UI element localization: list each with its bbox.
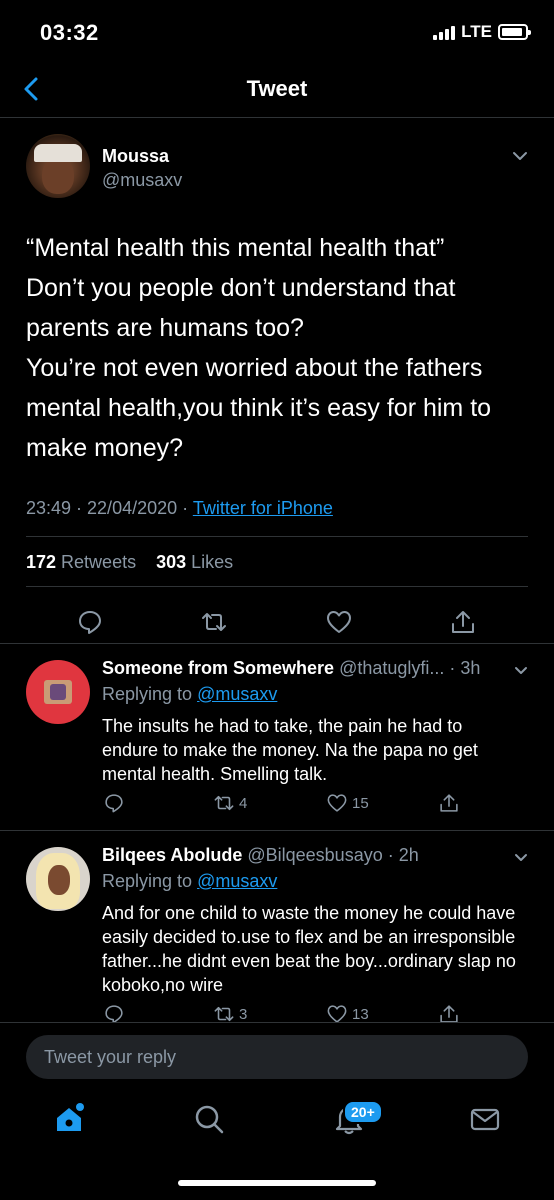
retweet-count[interactable]: 172 Retweets [26, 552, 136, 572]
mention-link[interactable]: @musaxv [197, 684, 277, 704]
divider [26, 536, 528, 537]
home-icon[interactable] [52, 1102, 86, 1136]
like-count: 13 [352, 1005, 369, 1023]
author-name[interactable]: Moussa [102, 146, 169, 167]
notifications-badge: 20+ [343, 1100, 383, 1124]
share-icon[interactable] [449, 608, 477, 636]
battery-icon [498, 24, 531, 40]
messages-icon[interactable] [468, 1102, 502, 1136]
tweet-meta: 23:49 · 22/04/2020 · Twitter for iPhone [26, 498, 333, 519]
chevron-down-icon[interactable] [514, 851, 528, 865]
reply-icon[interactable] [76, 608, 104, 636]
like-button[interactable]: 15 [326, 792, 369, 814]
divider [0, 830, 554, 831]
status-bar: 03:32 LTE [0, 0, 554, 64]
status-indicators: LTE [433, 22, 531, 42]
signal-icon [433, 24, 456, 40]
chevron-down-icon[interactable] [514, 664, 528, 678]
reply-header: Someone from Somewhere @thatuglyfi... · … [102, 658, 480, 679]
author-handle[interactable]: @Bilqeesbusayo · 2h [242, 845, 418, 865]
reply-text: And for one child to waste the money he … [102, 903, 516, 995]
retweet-button[interactable]: 4 [213, 792, 247, 814]
reply-input[interactable]: Tweet your reply [26, 1035, 528, 1079]
reply-header: Bilqees Abolude @Bilqeesbusayo · 2h [102, 845, 419, 866]
nav-bar: Tweet [0, 64, 554, 118]
tweet-timestamp: 23:49 · 22/04/2020 · [26, 498, 193, 518]
author-name[interactable]: Bilqees Abolude [102, 845, 242, 865]
replying-to: Replying to @musaxv [102, 684, 278, 704]
divider [0, 643, 554, 644]
tweet-actions [0, 600, 554, 644]
like-count[interactable]: 303 Likes [156, 552, 233, 572]
divider [26, 586, 528, 587]
author-handle[interactable]: @thatuglyfi... · 3h [334, 658, 480, 678]
reply-actions: 4 15 [0, 792, 554, 822]
author-name[interactable]: Someone from Somewhere [102, 658, 334, 678]
retweet-count: 3 [239, 1005, 248, 1023]
retweet-count: 4 [239, 794, 248, 812]
share-icon [440, 794, 458, 812]
page-title: Tweet [246, 76, 308, 101]
like-count: 15 [352, 794, 369, 812]
network-type: LTE [461, 22, 492, 41]
reply-button[interactable] [103, 792, 125, 814]
avatar[interactable] [26, 847, 90, 911]
retweet-icon [214, 795, 234, 811]
chevron-down-icon[interactable] [512, 148, 528, 164]
avatar[interactable] [26, 660, 90, 724]
reply-input-placeholder: Tweet your reply [44, 1047, 177, 1067]
tweet-text: “Mental health this mental health that” … [26, 234, 492, 462]
like-icon[interactable] [325, 608, 353, 636]
tweet-stats: 172 Retweets 303 Likes [26, 552, 233, 573]
reply-icon [105, 794, 123, 813]
retweet-icon[interactable] [200, 608, 228, 636]
like-icon [327, 794, 347, 812]
compose-bar: Tweet your reply [0, 1022, 554, 1092]
share-button[interactable] [438, 792, 460, 814]
home-indicator [178, 1180, 376, 1186]
status-time: 03:32 [40, 20, 99, 45]
mention-link[interactable]: @musaxv [197, 871, 277, 891]
avatar[interactable] [26, 134, 90, 198]
replying-to: Replying to @musaxv [102, 871, 278, 891]
author-handle[interactable]: @musaxv [102, 170, 182, 191]
search-icon[interactable] [192, 1102, 226, 1136]
tweet-source-link[interactable]: Twitter for iPhone [193, 498, 333, 518]
reply-text: The insults he had to take, the pain he … [102, 716, 478, 784]
